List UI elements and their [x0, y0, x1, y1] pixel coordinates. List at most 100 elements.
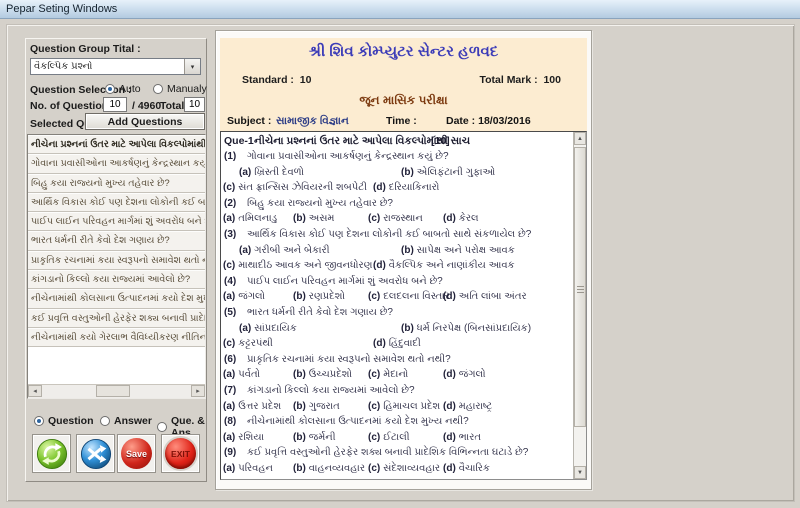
options-row: (a) ગરીબી અને બેકારી (b) સાપેક્ષ અને પરોક્ષ… [221, 245, 573, 261]
save-button[interactable]: Save [117, 434, 156, 473]
date-label: Date : [446, 115, 476, 127]
refresh-button[interactable] [32, 434, 71, 473]
question-option: (b) ઉચ્ચપ્રદેશો [293, 369, 352, 380]
option-label: (a) [223, 369, 236, 381]
question-option: (a) રશિયા [223, 432, 264, 443]
question-line: (7) કાંગડાનો કિલ્લો કયા રાજ્યમાં આવેલો છે… [221, 385, 573, 401]
vertical-scroll-thumb[interactable] [574, 147, 586, 427]
list-item[interactable]: પ્રાકૃતિક રચનામાં કયા સ્વરૂપનો સમાવેશ થત… [28, 250, 205, 271]
question-option: (d) ભારત [443, 432, 481, 443]
radio-answer-label: Answer [114, 415, 152, 427]
horizontal-scroll-thumb[interactable] [96, 385, 130, 397]
save-icon: Save [121, 438, 152, 469]
option-text: મહારાષ્ટ્ર [458, 400, 493, 412]
refresh-icon [36, 438, 67, 469]
radio-output-answer[interactable]: Answer [100, 415, 152, 427]
shuffle-icon [80, 438, 111, 469]
list-header-item[interactable]: નીચેના પ્રશ્નનાં ઉતર માટે આપેલા વિકલ્પોમ… [28, 135, 205, 155]
question-preview-area[interactable]: Que-1 નીચેના પ્રશ્નનાં ઉતર માટે આપેલા વિ… [220, 131, 587, 480]
question-option: (d) જંગલો [443, 369, 486, 380]
radio-manually[interactable]: Manualy [153, 83, 207, 95]
question-option: (b) ધર્મ નિરપેક્ષ (બિનસાંપ્રદાયિક) [401, 323, 531, 334]
standard-label: Standard : [242, 74, 294, 86]
option-text: એલિફંટાની ગુફાઓ [416, 166, 496, 178]
add-questions-button[interactable]: Add Questions [85, 113, 205, 130]
radio-auto[interactable]: Auto [105, 83, 141, 95]
horizontal-scrollbar[interactable]: ◂ ▸ [28, 384, 205, 398]
option-text: તમિલનાડુ [238, 213, 278, 225]
option-text: હિંદુવાદી [388, 338, 421, 350]
option-text: ખ્રિસ્તી દેવળો [254, 166, 305, 178]
option-text: વૈચારિક [458, 462, 490, 474]
settings-panel: Question Group Tital : વૈકલ્પિક પ્રશ્નો … [25, 38, 207, 482]
scroll-up-icon[interactable]: ▲ [574, 132, 586, 145]
section-marks: [10] [431, 135, 450, 147]
list-item[interactable]: ગોવાના પ્રવાસીઓના આકર્ષણનું કેન્દ્રસ્થાન… [28, 154, 205, 174]
question-option: (a) પરિવહન [223, 463, 273, 474]
chevron-down-icon[interactable]: ▾ [184, 59, 200, 74]
question-number: (9) [224, 447, 237, 459]
question-option: (b) ગુજરાત [293, 401, 340, 412]
option-label: (d) [373, 338, 386, 350]
question-option: (d) મહારાષ્ટ્ર [443, 401, 492, 412]
question-option: (b) અસમ [293, 213, 335, 224]
total-input[interactable] [184, 97, 205, 112]
options-row: (a) ઉત્તર પ્રદેશ (b) ગુજરાત (c) હિમાચલ પ્રદેશ… [221, 401, 573, 417]
option-label: (a) [223, 213, 236, 225]
list-item[interactable]: બિહુ કયા રાજ્યનો મુખ્ય તહેવાર છે? [28, 173, 205, 193]
option-label: (d) [443, 431, 456, 443]
question-option: (c) મેદાનો [368, 369, 408, 380]
list-item[interactable]: કાંગડાનો કિલ્લો કયા રાજ્યમાં આવેલો છે? [28, 270, 205, 290]
question-listbox[interactable]: નીચેના પ્રશ્નનાં ઉતર માટે આપેલા વિકલ્પોમ… [27, 134, 206, 399]
option-text: દરિયાકિનારો [388, 182, 440, 194]
scroll-right-icon[interactable]: ▸ [191, 385, 205, 397]
window-titlebar[interactable]: Pepar Seting Windows [0, 0, 800, 19]
question-group-combobox[interactable]: વૈકલ્પિક પ્રશ્નો ▾ [30, 58, 201, 75]
option-text: સંદેશાવ્યવહાર [383, 462, 441, 474]
question-text: કાંગડાનો કિલ્લો કયા રાજ્યમાં આવેલો છે? [247, 384, 415, 396]
vertical-scrollbar[interactable]: ▲ ▼ [573, 132, 586, 479]
questions-total-count-label: / 4960 [132, 100, 162, 112]
option-text: સંત ફ્રાન્સિસ ઝેવિયરની શબપેટી [238, 182, 367, 194]
option-text: હિમાચલ પ્રદેશ [383, 400, 441, 412]
no-of-questions-input[interactable] [103, 97, 127, 112]
option-text: દલદલના વિસ્તાર [383, 291, 450, 303]
option-text: કટ્ટરપંથી [238, 338, 273, 350]
option-label: (c) [368, 431, 381, 443]
section-number: Que-1 [224, 135, 254, 147]
question-number: (2) [224, 197, 237, 209]
subject-label: Subject : [227, 115, 272, 127]
question-number: (3) [224, 228, 237, 240]
option-text: ઈટાલી [383, 431, 410, 443]
exit-button[interactable]: EXIT [161, 434, 200, 473]
list-item[interactable]: ભારત ધર્મની રીતે કેવો દેશ ગણાય છે? [28, 231, 205, 251]
option-label: (a) [223, 431, 236, 443]
scroll-down-icon[interactable]: ▼ [574, 466, 586, 479]
list-item[interactable]: આર્થિક વિકાસ કોઈ પણ દેશના લોકોની કઈ બાબત… [28, 192, 205, 213]
shuffle-button[interactable] [76, 434, 115, 473]
list-item[interactable]: નીચેનામાંથી કયો ગેરલાભ વૈવિધ્યીકરણ નીતિન… [28, 327, 205, 348]
question-text: ગોવાના પ્રવાસીઓના આકર્ષણનું કેન્દ્રસ્થાન… [247, 151, 449, 162]
question-option: (d) કેરલ [443, 213, 479, 224]
option-label: (b) [293, 291, 306, 303]
question-body: Que-1 નીચેના પ્રશ્નનાં ઉતર માટે આપેલા વિ… [221, 135, 573, 478]
question-section-header: Que-1 નીચેના પ્રશ્નનાં ઉતર માટે આપેલા વિ… [221, 135, 573, 151]
option-label: (c) [368, 291, 381, 303]
option-text: ધર્મ નિરપેક્ષ (બિનસાંપ્રદાયિક) [416, 322, 532, 334]
question-line: (6) પ્રાકૃતિક રચનામાં કયા સ્વરૂપનો સમાવેશ… [221, 354, 573, 370]
option-label: (c) [368, 213, 381, 225]
question-text: કઈ પ્રવૃત્તિ વસ્તુઓની હેરફેર શક્ય બનાવી … [247, 447, 529, 459]
total-label: Total [160, 100, 185, 112]
question-text: પ્રાકૃતિક રચનામાં કયા સ્વરૂપનો સમાવેશ થત… [247, 353, 451, 365]
question-number: (7) [224, 384, 237, 396]
option-label: (d) [443, 291, 456, 303]
standard-value: Standard : 10 [242, 74, 311, 86]
radio-dot-icon [105, 84, 115, 94]
list-item[interactable]: કઈ પ્રવૃત્તિ વસ્તુઓની હેરફેર શક્ય બનાવી … [28, 308, 205, 328]
option-label: (b) [401, 322, 414, 334]
radio-output-question[interactable]: Question [34, 415, 94, 427]
list-item[interactable]: નીચેનામાંથી કોલસાના ઉત્પાદનમાં કયો દેશ મ… [28, 289, 205, 309]
option-label: (c) [368, 369, 381, 381]
list-item[interactable]: પાઈપ લાઈન પરિવહન માર્ગમાં શું અવરોધ બને … [28, 212, 205, 232]
scroll-left-icon[interactable]: ◂ [28, 385, 42, 397]
